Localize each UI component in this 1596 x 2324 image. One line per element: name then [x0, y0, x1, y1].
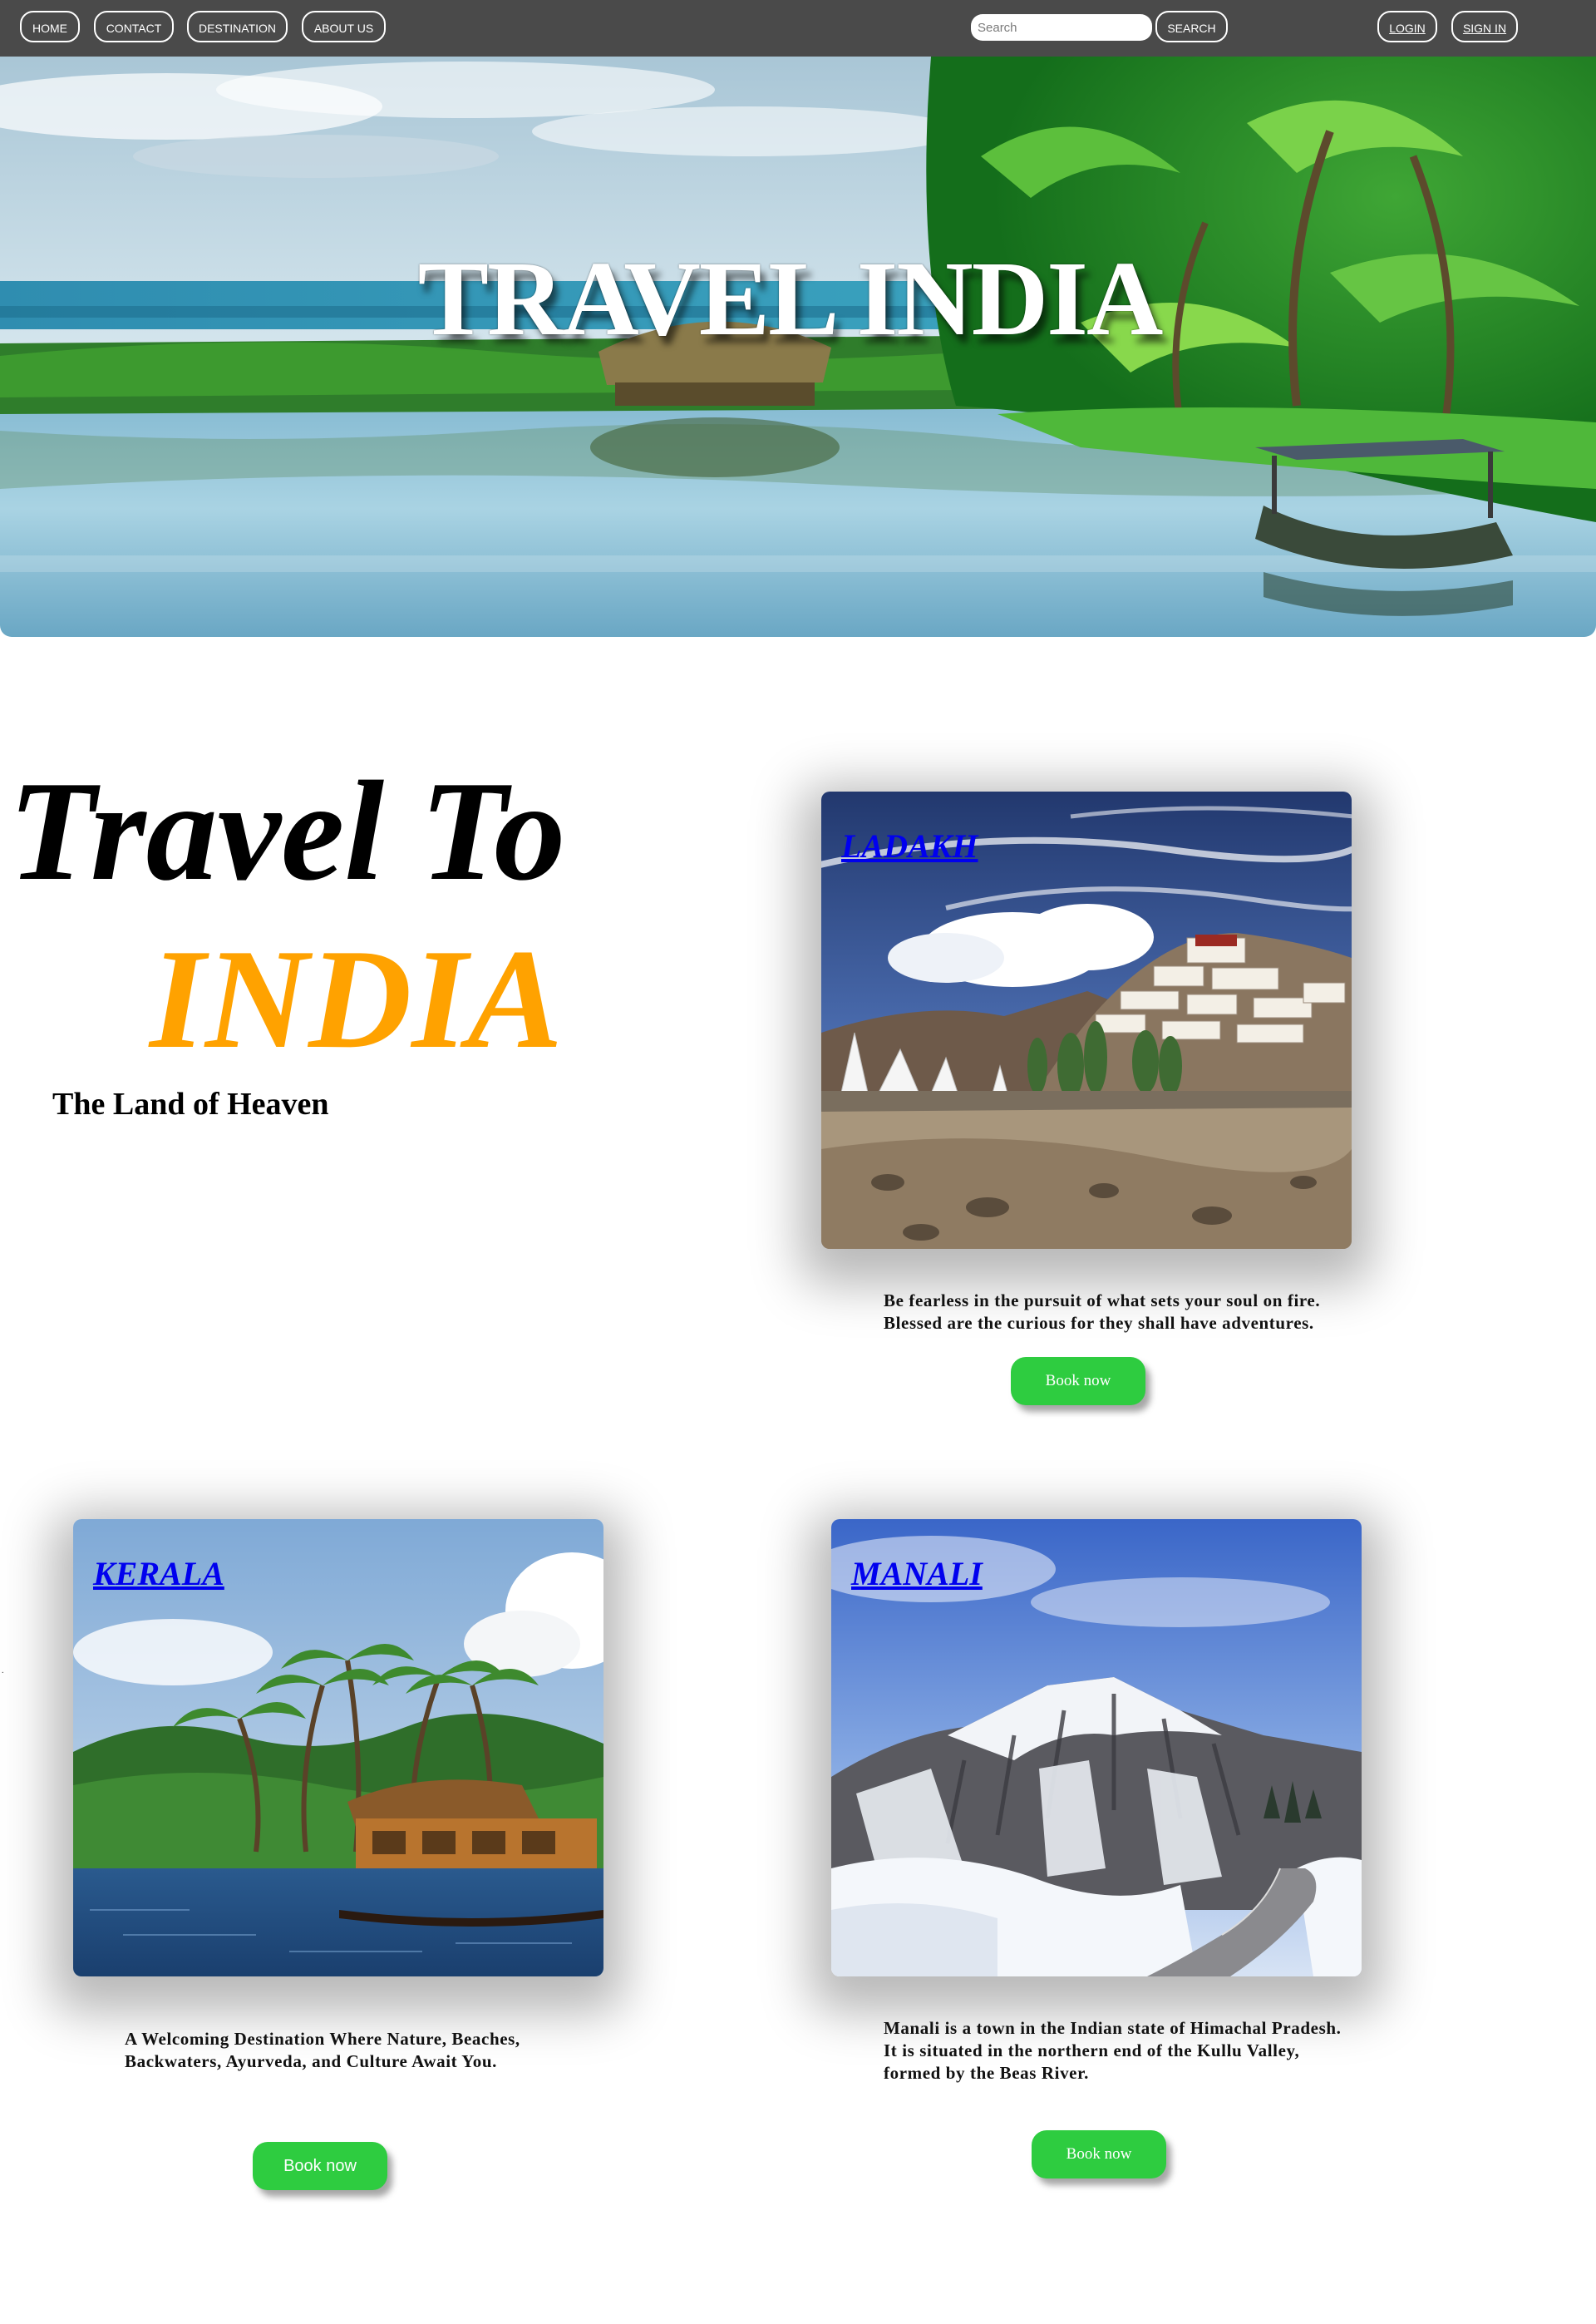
manali-desc-line3: formed by the Beas River.	[884, 2063, 1089, 2083]
destination-card-kerala[interactable]: KERALA	[73, 1519, 603, 1976]
intro-heading-line2: INDIA	[150, 920, 564, 1078]
hero-title: TRAVEL INDIA	[417, 239, 1164, 358]
destination-card-ladakh[interactable]: LADAKH	[821, 792, 1352, 1249]
book-now-button-ladakh[interactable]: Book now	[1011, 1357, 1145, 1405]
signin-button[interactable]: SIGN IN	[1451, 11, 1518, 42]
stray-dot-mark: .	[2, 1666, 4, 1675]
card-description-kerala: A Welcoming Destination Where Nature, Be…	[125, 2028, 590, 2073]
destination-card-manali[interactable]: MANALI	[831, 1519, 1362, 1976]
intro-tagline: The Land of Heaven	[52, 1087, 329, 1122]
book-now-button-manali[interactable]: Book now	[1032, 2130, 1166, 2178]
card-title-manali[interactable]: MANALI	[851, 1554, 983, 1593]
kerala-desc-line1: A Welcoming Destination Where Nature, Be…	[125, 2029, 520, 2049]
kerala-desc-line2: Backwaters, Ayurveda, and Culture Await …	[125, 2051, 497, 2071]
book-now-button-kerala[interactable]: Book now	[253, 2142, 387, 2190]
manali-desc-line2: It is situated in the northern end of th…	[884, 2040, 1300, 2060]
nav-contact-button[interactable]: CONTACT	[94, 11, 174, 42]
manali-desc-line1: Manali is a town in the Indian state of …	[884, 2018, 1342, 2038]
intro-heading-line1: Travel To	[8, 752, 566, 910]
hero-banner: TRAVEL INDIA	[0, 57, 1596, 637]
ladakh-desc-line2: Blessed are the curious for they shall h…	[884, 1313, 1314, 1333]
card-title-ladakh[interactable]: LADAKH	[841, 826, 978, 866]
search-button[interactable]: SEARCH	[1155, 11, 1228, 42]
search-input[interactable]	[971, 14, 1152, 41]
top-navbar: HOME CONTACT DESTINATION ABOUT US SEARCH…	[0, 0, 1596, 58]
ladakh-desc-line1: Be fearless in the pursuit of what sets …	[884, 1290, 1321, 1310]
login-button[interactable]: LOGIN	[1377, 11, 1437, 42]
card-description-manali: Manali is a town in the Indian state of …	[884, 2017, 1382, 2085]
nav-home-button[interactable]: HOME	[20, 11, 80, 42]
nav-about-button[interactable]: ABOUT US	[302, 11, 386, 42]
card-description-ladakh: Be fearless in the pursuit of what sets …	[884, 1290, 1366, 1335]
card-title-kerala[interactable]: KERALA	[93, 1554, 224, 1593]
nav-destination-button[interactable]: DESTINATION	[187, 11, 288, 42]
